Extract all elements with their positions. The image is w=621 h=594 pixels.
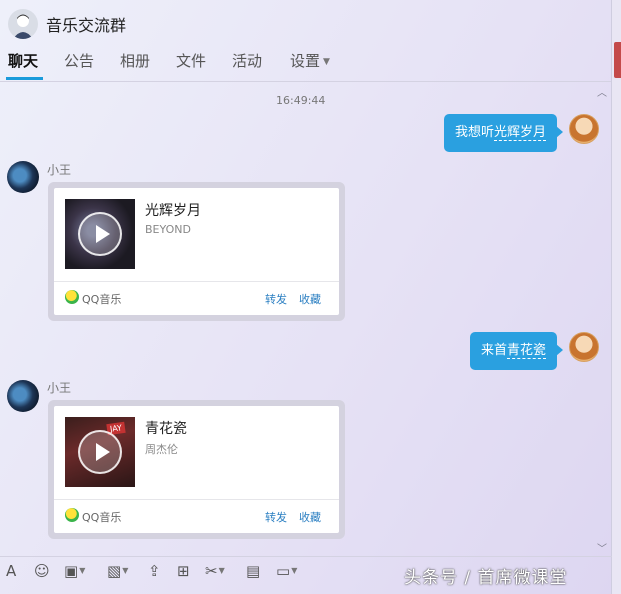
history-icon[interactable]: ▤: [246, 562, 260, 580]
active-tab-indicator: [6, 77, 43, 80]
sender-name: 小王: [47, 163, 72, 177]
album-cover[interactable]: [65, 199, 135, 269]
forward-button[interactable]: 转发: [265, 291, 287, 307]
collect-button[interactable]: 收藏: [299, 509, 321, 525]
my-avatar[interactable]: [569, 114, 599, 144]
group-avatar[interactable]: [8, 9, 38, 39]
image-icon[interactable]: ▧▼: [107, 562, 128, 580]
music-card-body: 光辉岁月 BEYOND QQ音乐 转发 收藏: [54, 188, 339, 315]
watermark: 头条号 / 首席微课堂: [404, 568, 568, 588]
gift-icon[interactable]: ⊞: [177, 562, 190, 580]
song-artist: BEYOND: [145, 223, 191, 236]
scroll-up-icon[interactable]: ︿: [597, 84, 607, 99]
tab-announcements[interactable]: 公告: [64, 50, 94, 71]
tab-activities[interactable]: 活动: [232, 50, 262, 71]
music-card[interactable]: 光辉岁月 BEYOND QQ音乐 转发 收藏: [48, 182, 345, 321]
sender-avatar[interactable]: [7, 380, 39, 412]
my-avatar[interactable]: [569, 332, 599, 362]
music-source: QQ音乐: [82, 511, 122, 524]
card-divider: [54, 281, 339, 282]
card-divider: [54, 499, 339, 500]
scroll-down-icon[interactable]: ﹀: [597, 540, 607, 555]
chat-header: 音乐交流群 聊天 公告 相册 文件 活动 设置 ▼: [0, 0, 612, 82]
gif-icon[interactable]: ▣▼: [64, 562, 85, 580]
qq-music-icon: [65, 508, 79, 522]
music-source: QQ音乐: [82, 293, 122, 306]
tab-settings-label: 设置: [290, 52, 321, 70]
header-divider: [0, 81, 612, 82]
sender-avatar[interactable]: [7, 161, 39, 193]
scissors-icon[interactable]: ✂▼: [205, 562, 225, 580]
side-panel-icon[interactable]: [614, 42, 621, 78]
music-card-body: JAY 青花瓷 周杰伦 QQ音乐 转发 收藏: [54, 406, 339, 533]
tab-chat[interactable]: 聊天: [8, 50, 38, 71]
album-cover[interactable]: JAY: [65, 417, 135, 487]
outgoing-message[interactable]: 来首青花瓷: [470, 332, 564, 370]
side-panel-edge: [611, 0, 621, 594]
play-icon[interactable]: [78, 212, 122, 256]
song-title: 青花瓷: [145, 421, 187, 437]
qq-music-icon: [65, 290, 79, 304]
song-artist: 周杰伦: [145, 443, 178, 456]
song-title: 光辉岁月: [145, 203, 201, 219]
play-icon[interactable]: [78, 430, 122, 474]
message-text: 我想听: [455, 125, 495, 140]
more-icon[interactable]: ▭▼: [276, 562, 297, 580]
emoji-icon[interactable]: ☺: [34, 562, 50, 580]
song-link[interactable]: 青花瓷: [507, 343, 547, 359]
music-card[interactable]: JAY 青花瓷 周杰伦 QQ音乐 转发 收藏: [48, 400, 345, 539]
caret-down-icon: ▼: [323, 57, 330, 67]
sender-name: 小王: [47, 381, 72, 395]
message-text: 来首: [481, 343, 508, 358]
song-link[interactable]: 光辉岁月: [494, 125, 547, 141]
collect-button[interactable]: 收藏: [299, 291, 321, 307]
outgoing-message[interactable]: 我想听光辉岁月: [444, 114, 564, 152]
tab-files[interactable]: 文件: [176, 50, 206, 71]
upload-icon[interactable]: ⇪: [148, 562, 161, 580]
font-icon[interactable]: A: [6, 562, 16, 580]
toolbar-divider: [0, 556, 612, 557]
tab-album[interactable]: 相册: [120, 50, 150, 71]
forward-button[interactable]: 转发: [265, 509, 287, 525]
tab-bar: 聊天 公告 相册 文件 活动 设置 ▼: [0, 50, 612, 80]
group-name: 音乐交流群: [46, 16, 127, 35]
message-timestamp: 16:49:44: [276, 94, 326, 107]
user-icon: [13, 14, 33, 39]
tab-settings[interactable]: 设置 ▼: [290, 50, 330, 71]
